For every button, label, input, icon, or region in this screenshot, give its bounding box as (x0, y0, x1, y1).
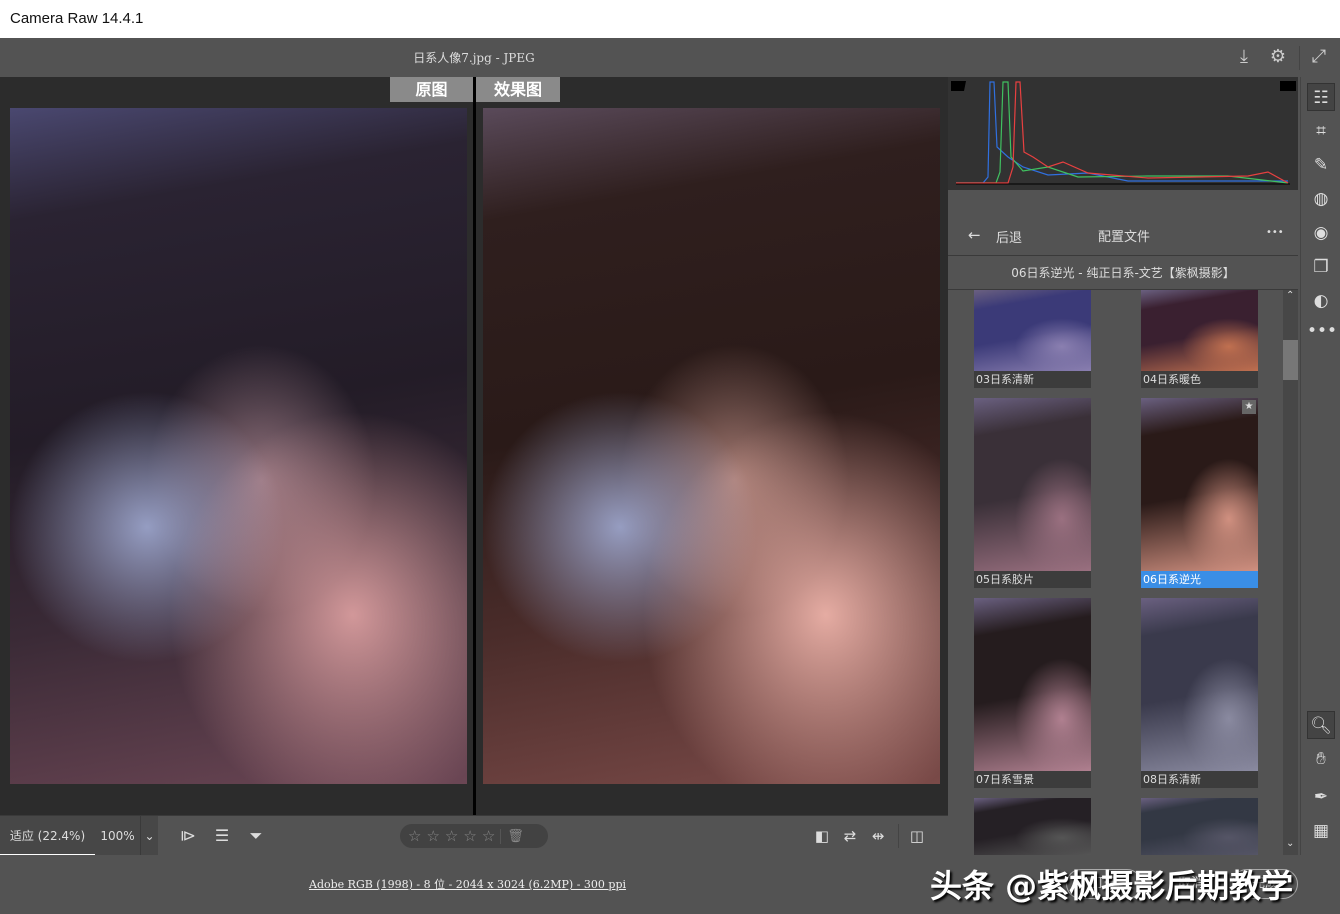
mask-icon[interactable]: ◍ (1307, 185, 1335, 213)
more-tools-icon[interactable]: ••• (1307, 317, 1337, 345)
thumbnail-label: 07日系雪景 (974, 771, 1091, 788)
divider (1299, 46, 1300, 70)
snapshots-icon[interactable]: ❐ (1307, 253, 1335, 281)
hand-icon[interactable]: ✋︎ (1307, 745, 1335, 773)
grid-icon[interactable]: ▦ (1307, 817, 1335, 845)
zoom-100-button[interactable]: 100% (95, 816, 140, 856)
histogram-green (956, 81, 1289, 184)
thumbnail-label: 06日系逆光 (1141, 571, 1258, 588)
red-eye-icon[interactable]: ◉ (1307, 219, 1335, 247)
status-bar: Adobe RGB (1998) - 8 位 - 2044 x 3024 (6.… (0, 855, 1340, 914)
back-button[interactable]: 后退 (996, 227, 1022, 246)
zoom-icon[interactable]: 🔍︎ (1307, 711, 1335, 739)
filter-icon[interactable]: ⏷ (244, 816, 268, 856)
panel-title: 配置文件 (1098, 230, 1151, 245)
edit-sliders-icon[interactable]: ☷ (1307, 83, 1335, 111)
profile-thumbnail[interactable]: 07日系雪景 (974, 598, 1091, 788)
profile-thumbnail[interactable]: 08日系清新 (1141, 598, 1258, 788)
after-image (483, 108, 940, 784)
thumbnail-label: 03日系清新 (974, 371, 1091, 388)
thumbnail-image (1141, 798, 1258, 855)
profile-thumbnail[interactable]: 05日系胶片 (974, 398, 1091, 588)
scroll-thumb[interactable] (1283, 340, 1298, 380)
profile-thumbnail[interactable]: 04日系暖色 (1141, 290, 1258, 388)
thumbnail-image (974, 290, 1091, 371)
color-sampler-icon[interactable]: ✒ (1307, 783, 1335, 811)
shadow-clipping-icon[interactable] (951, 81, 966, 91)
filmstrip-icon[interactable]: ⧐ (176, 816, 200, 856)
before-image (10, 108, 467, 784)
before-after-view-icon[interactable]: ◫ (905, 816, 929, 856)
sort-icon[interactable]: ☰ (210, 816, 234, 856)
copy-settings-icon[interactable]: ⇹ (866, 816, 890, 856)
scrollbar[interactable]: ⌃ ⌄ (1283, 290, 1298, 855)
histogram (948, 77, 1298, 190)
split-divider (473, 77, 476, 815)
image-info-link[interactable]: Adobe RGB (1998) - 8 位 - 2044 x 3024 (6.… (309, 876, 626, 892)
thumbnail-image (974, 398, 1091, 571)
thumbnail-image (974, 798, 1091, 855)
profile-nav: ← 后退 配置文件 ••• (948, 215, 1298, 256)
back-arrow-icon[interactable]: ← (968, 226, 981, 244)
thumbnail-image (1141, 398, 1258, 571)
highlight-clipping-icon[interactable] (1280, 81, 1296, 91)
scroll-down-icon[interactable]: ⌄ (1286, 838, 1294, 849)
fit-zoom-button[interactable]: 适应 (22.4%) (0, 816, 95, 856)
star-icon[interactable]: ☆ (445, 827, 458, 845)
profile-group-title: 06日系逆光 - 纯正日系-文艺【紫枫摄影】 (948, 256, 1298, 290)
tool-strip: ☷ ⌗ ✎ ◍ ◉ ❐ ◐ ••• 🔍︎ ✋︎ ✒ ▦ (1300, 77, 1340, 855)
thumbnail-label: 04日系暖色 (1141, 371, 1258, 388)
healing-icon[interactable]: ✎ (1307, 151, 1335, 179)
save-icon[interactable]: ⤓ (1233, 46, 1255, 68)
after-label: 效果图 (476, 77, 560, 102)
star-icon[interactable]: ☆ (482, 827, 495, 845)
profile-grid: 03日系清新 04日系暖色 05日系胶片 06日系逆光 ★ 07日系雪景 08日系清新 (948, 290, 1283, 855)
thumbnail-label: 05日系胶片 (974, 571, 1091, 588)
histogram-red (956, 81, 1289, 184)
before-label: 原图 (390, 77, 473, 102)
swap-before-after-icon[interactable]: ◧ (810, 816, 834, 856)
watermark: 头条 @紫枫摄影后期教学 (930, 867, 1294, 905)
thumbnail-image (974, 598, 1091, 771)
star-icon[interactable]: ☆ (408, 827, 421, 845)
zoom-dropdown-chevron-icon[interactable]: ⌄ (140, 816, 158, 856)
window-title: Camera Raw 14.4.1 (0, 0, 1340, 38)
image-viewer: 原图 效果图 (0, 77, 948, 815)
profile-thumbnail[interactable]: 03日系清新 (974, 290, 1091, 388)
thumbnail-label: 08日系清新 (1141, 771, 1258, 788)
scroll-up-icon[interactable]: ⌃ (1286, 290, 1294, 301)
fullscreen-icon[interactable]: ⤢ (1308, 46, 1330, 68)
header-bar: 日系人像7.jpg - JPEG ⤓ ⚙ ⤢ (0, 38, 1340, 77)
trash-icon[interactable]: 🗑 (500, 828, 524, 844)
favorite-star-icon[interactable]: ★ (1242, 400, 1256, 414)
histogram-graph (951, 81, 1296, 185)
star-rating[interactable]: ☆ ☆ ☆ ☆ ☆ 🗑 (400, 824, 548, 848)
divider (898, 824, 899, 848)
profile-panel: ← 后退 配置文件 ••• 06日系逆光 - 纯正日系-文艺【紫枫摄影】 03日… (948, 77, 1300, 855)
thumbnail-image (1141, 290, 1258, 371)
star-icon[interactable]: ☆ (463, 827, 476, 845)
more-icon[interactable]: ••• (1266, 227, 1284, 238)
profile-thumbnail[interactable] (974, 798, 1091, 855)
presets-icon[interactable]: ◐ (1307, 287, 1335, 315)
profile-thumbnail[interactable] (1141, 798, 1258, 855)
file-name: 日系人像7.jpg - JPEG (413, 51, 535, 65)
profile-thumbnail[interactable]: 06日系逆光 ★ (1141, 398, 1258, 588)
star-icon[interactable]: ☆ (426, 827, 439, 845)
thumbnail-image (1141, 598, 1258, 771)
gear-icon[interactable]: ⚙ (1267, 46, 1289, 68)
histogram-blue (956, 81, 1288, 184)
bottom-toolbar: 适应 (22.4%) 100% ⌄ ⧐ ☰ ⏷ ☆ ☆ ☆ ☆ ☆ 🗑 ◧ ⇄ ⇹ ◫ (0, 815, 948, 856)
swap-arrows-icon[interactable]: ⇄ (838, 816, 862, 856)
crop-icon[interactable]: ⌗ (1307, 117, 1335, 145)
